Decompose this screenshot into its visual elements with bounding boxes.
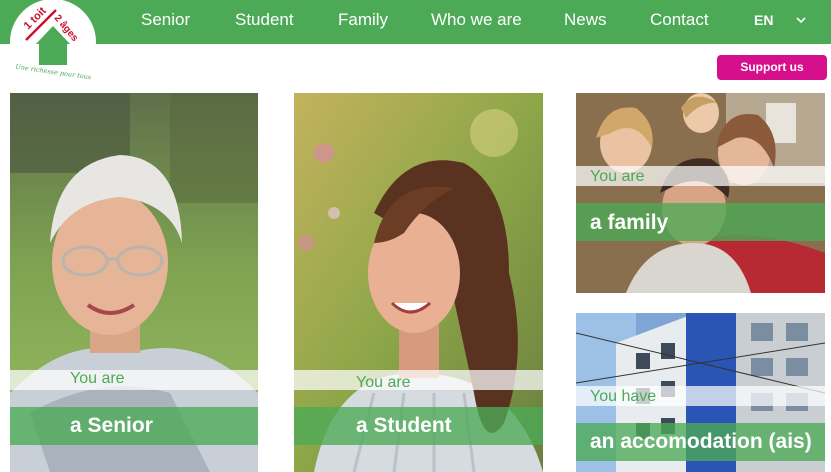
language-selector[interactable]: EN <box>754 0 773 44</box>
nav-item-news[interactable]: News <box>564 0 607 44</box>
top-navigation-bar: Senior Student Family Who we are News Co… <box>0 0 831 44</box>
card-accommodation-you-text: You have <box>590 388 657 405</box>
card-senior[interactable]: You are a Senior <box>10 93 258 472</box>
card-accommodation-label: an accomodation (ais) <box>590 430 812 453</box>
nav-item-senior[interactable]: Senior <box>141 0 190 44</box>
nav-item-family[interactable]: Family <box>338 0 388 44</box>
card-accommodation[interactable]: You have an accomodation (ais) <box>576 313 825 472</box>
card-student[interactable]: You are a Student <box>294 93 543 472</box>
chevron-down-icon[interactable] <box>795 14 807 26</box>
support-us-button[interactable]: Support us <box>717 55 827 80</box>
nav-item-student[interactable]: Student <box>235 0 294 44</box>
card-senior-you-band <box>10 370 258 390</box>
card-senior-label: a Senior <box>70 414 153 437</box>
card-senior-you-text: You are <box>70 370 125 387</box>
nav-item-contact[interactable]: Contact <box>650 0 709 44</box>
card-student-label: a Student <box>356 414 452 437</box>
card-student-you-band <box>294 370 543 390</box>
card-family-label: a family <box>590 211 669 234</box>
page: Senior Student Family Who we are News Co… <box>0 0 831 472</box>
site-logo[interactable]: 1 toit 2 âges Une richesse pour tous <box>8 0 98 86</box>
card-student-you-text: You are <box>356 374 411 391</box>
card-family[interactable]: You are a family <box>576 93 825 293</box>
nav-item-who-we-are[interactable]: Who we are <box>431 0 522 44</box>
card-family-you-text: You are <box>590 168 645 185</box>
family-photo <box>576 93 825 293</box>
